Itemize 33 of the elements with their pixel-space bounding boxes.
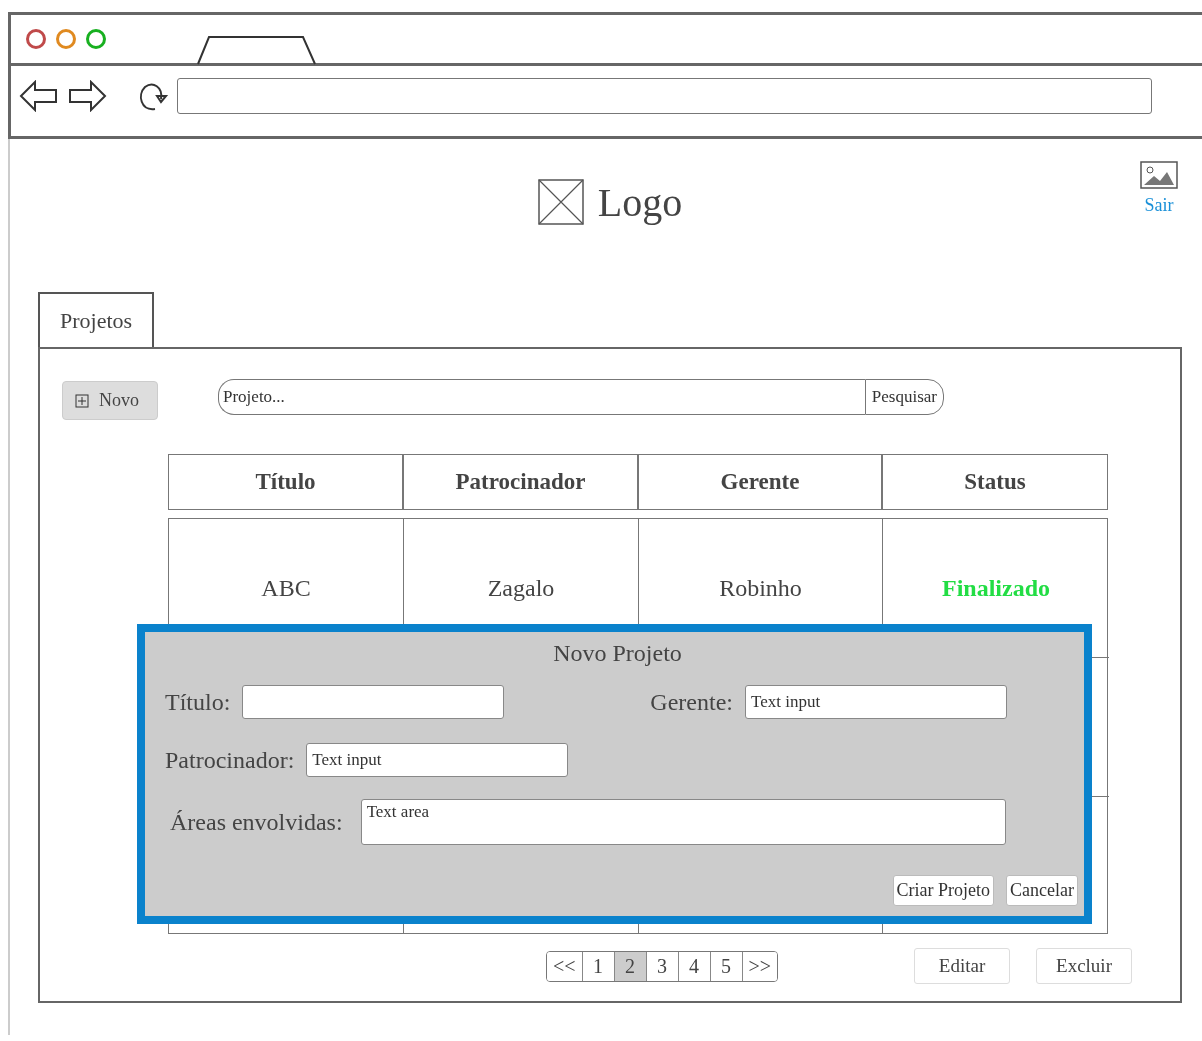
logo-text: Logo	[597, 178, 683, 226]
field-label: Áreas envolvidas:	[170, 809, 343, 836]
search-field[interactable]: Projeto...	[218, 378, 865, 415]
image-placeholder-icon	[537, 179, 584, 225]
plus-box-icon	[75, 393, 89, 408]
page-button[interactable]: <<	[547, 951, 583, 981]
tab[interactable]: Projetos	[38, 292, 155, 347]
input-field[interactable]: Text input	[744, 685, 1007, 719]
action-button[interactable]: Editar	[914, 948, 1010, 984]
column-header: Gerente	[638, 454, 882, 510]
dialog-button[interactable]: Cancelar	[1006, 875, 1078, 906]
image-icon	[1140, 161, 1178, 189]
text-area[interactable]: Text area	[360, 799, 1006, 845]
column-header: Patrocinador	[403, 454, 638, 510]
browser-tab[interactable]	[197, 35, 319, 65]
minimize-dot-icon[interactable]	[56, 29, 76, 49]
input-field[interactable]: Text input	[306, 743, 569, 777]
column-header: Status	[882, 454, 1108, 510]
dialog-button[interactable]: Criar Projeto	[892, 875, 995, 906]
new-button[interactable]: Novo	[62, 381, 158, 420]
search-button[interactable]: Pesquisar	[864, 378, 944, 415]
field-label: Patrocinador:	[165, 746, 295, 774]
page-button[interactable]: 2	[614, 951, 647, 981]
maximize-dot-icon[interactable]	[86, 29, 106, 49]
back-arrow-icon[interactable]	[19, 80, 59, 112]
column-header: Título	[168, 454, 403, 510]
input-field[interactable]	[242, 685, 505, 719]
action-button[interactable]: Excluir	[1036, 948, 1132, 984]
field-label: Título:	[165, 688, 231, 716]
field-label: Gerente:	[650, 688, 733, 716]
address-bar[interactable]	[177, 78, 1152, 114]
close-dot-icon[interactable]	[26, 29, 46, 49]
forward-arrow-icon[interactable]	[67, 80, 107, 112]
